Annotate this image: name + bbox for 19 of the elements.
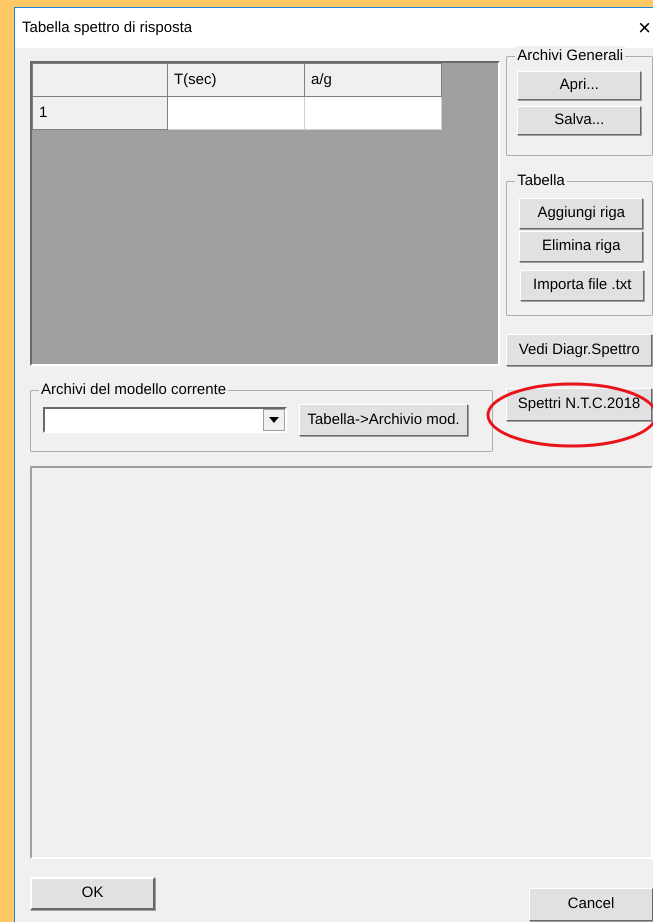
- cancel-button[interactable]: Cancel: [529, 888, 653, 921]
- close-button[interactable]: ×: [638, 17, 651, 39]
- header-cell[interactable]: T(sec): [168, 64, 304, 96]
- file-button[interactable]: Apri...: [517, 71, 642, 100]
- file-button[interactable]: Salva...: [517, 106, 642, 135]
- ok-button[interactable]: OK: [30, 877, 155, 910]
- diagram-button[interactable]: Vedi Diagr.Spettro: [506, 334, 652, 366]
- caret-icon: [263, 409, 285, 431]
- table-button[interactable]: Elimina riga: [519, 231, 644, 262]
- table-button[interactable]: Importa file .txt: [520, 270, 644, 301]
- table-button[interactable]: Aggiungi riga: [519, 198, 644, 229]
- save-to-model-button[interactable]: Tabella->Archivio mod.: [299, 404, 468, 436]
- row-header: 1: [32, 96, 168, 130]
- header-cell[interactable]: a/g: [304, 64, 442, 96]
- window-title: Tabella spettro di risposta: [22, 18, 192, 38]
- dropdown[interactable]: [43, 407, 287, 433]
- spectra-button[interactable]: Spettri N.T.C.2018: [506, 388, 652, 421]
- table-cell[interactable]: [304, 96, 442, 130]
- table-cell[interactable]: [168, 96, 304, 130]
